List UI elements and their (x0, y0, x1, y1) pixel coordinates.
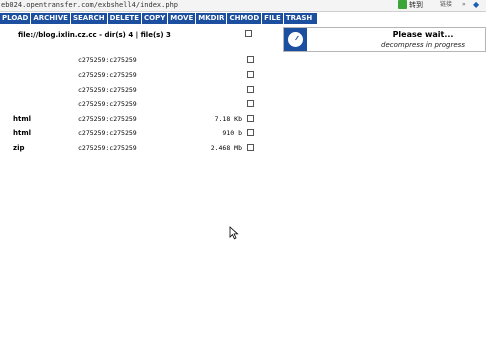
progress-title: Please wait... (392, 30, 454, 39)
go-button[interactable]: 转到 (409, 0, 423, 10)
toolbar-delete[interactable]: DELETE (108, 13, 142, 24)
file-type: zip (13, 144, 25, 152)
clock-icon (287, 31, 304, 48)
toolbar-archive[interactable]: ARCHIVE (31, 13, 71, 24)
file-row: html c275259:c275259 7.18 Kb (0, 114, 260, 126)
file-row: c275259:c275259 (0, 85, 260, 97)
file-type: html (13, 129, 32, 137)
toolbar-trash[interactable]: TRASH (284, 13, 314, 24)
browser-logo-icon: ◆ (473, 0, 480, 9)
file-manager-toolbar: PLOAD ARCHIVE SEARCH DELETE COPY MOVE MK… (0, 13, 318, 24)
row-checkbox[interactable] (247, 129, 254, 136)
file-owner: c275259:c275259 (78, 100, 137, 108)
file-row: zip c275259:c275259 2.468 Mb (0, 143, 260, 155)
file-owner: c275259:c275259 (78, 144, 137, 152)
toolbar-copy[interactable]: COPY (142, 13, 169, 24)
file-owner: c275259:c275259 (78, 86, 137, 94)
row-checkbox[interactable] (247, 100, 254, 107)
file-row: c275259:c275259 (0, 99, 260, 111)
links-label[interactable]: 链接 (440, 0, 452, 10)
file-owner: c275259:c275259 (78, 115, 137, 123)
progress-icon-box (284, 28, 307, 51)
file-owner: c275259:c275259 (78, 129, 137, 137)
select-all-checkbox[interactable] (245, 30, 252, 37)
row-checkbox[interactable] (247, 71, 254, 78)
current-path: file://blog.ixlin.cz.cc - dir(s) 4 | fil… (18, 31, 171, 39)
toolbar-upload[interactable]: PLOAD (0, 13, 32, 24)
file-row: c275259:c275259 (0, 55, 260, 67)
toolbar-chmod[interactable]: CHMOD (227, 13, 263, 24)
toolbar-move[interactable]: MOVE (168, 13, 197, 24)
file-size: 910 b (222, 129, 242, 137)
row-checkbox[interactable] (247, 56, 254, 63)
file-row: html c275259:c275259 910 b (0, 128, 260, 140)
file-owner: c275259:c275259 (78, 71, 137, 79)
browser-address-bar: eb024.opentransfer.com/exbshell4/index.p… (0, 0, 486, 12)
toolbar-file[interactable]: FILE (262, 13, 284, 24)
row-checkbox[interactable] (247, 115, 254, 122)
file-type: html (13, 115, 32, 123)
file-owner: c275259:c275259 (78, 56, 137, 64)
go-icon[interactable] (398, 0, 407, 9)
address-input[interactable]: eb024.opentransfer.com/exbshell4/index.p… (1, 0, 178, 10)
toolbar-mkdir[interactable]: MKDIR (196, 13, 228, 24)
more-chevron[interactable]: » (462, 0, 466, 10)
mouse-pointer-icon (229, 226, 239, 240)
toolbar-search[interactable]: SEARCH (71, 13, 108, 24)
row-checkbox[interactable] (247, 144, 254, 151)
file-size: 7.18 Kb (214, 115, 242, 123)
file-size: 2.468 Mb (210, 144, 242, 152)
file-row: c275259:c275259 (0, 70, 260, 82)
progress-message: decompress in progress (381, 41, 465, 49)
row-checkbox[interactable] (247, 86, 254, 93)
